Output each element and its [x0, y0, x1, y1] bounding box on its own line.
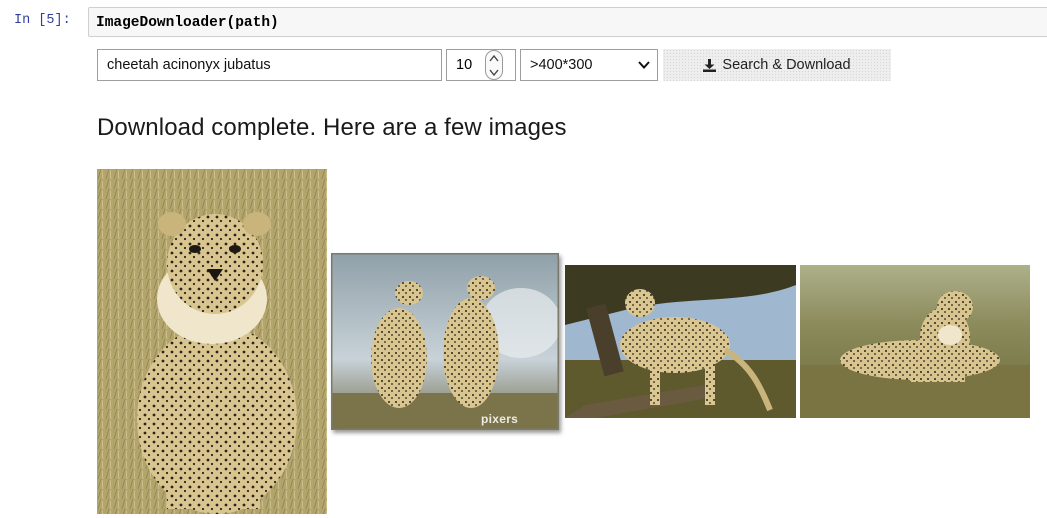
stepper-arrows[interactable]: [485, 50, 503, 80]
notebook-cell: In [5]: ImageDownloader(path) >400*300: [0, 0, 1047, 518]
size-select-value: >400*300: [530, 57, 593, 73]
chevron-up-icon[interactable]: [489, 53, 499, 65]
result-image-1: [97, 169, 327, 514]
result-image-4: [800, 265, 1030, 418]
search-download-button[interactable]: Search & Download: [663, 49, 891, 81]
result-image-3: [565, 265, 796, 418]
image-watermark: pixers: [481, 412, 519, 426]
button-label: Search & Download: [722, 57, 851, 73]
size-select[interactable]: >400*300: [520, 49, 658, 81]
output-heading: Download complete. Here are a few images: [97, 114, 567, 141]
code-input[interactable]: ImageDownloader(path): [88, 7, 1047, 37]
count-stepper[interactable]: [446, 49, 516, 81]
chevron-down-icon[interactable]: [489, 66, 499, 78]
search-input[interactable]: [97, 49, 442, 81]
download-icon: [703, 58, 717, 72]
caret-down-icon: [638, 61, 650, 69]
result-image-2: pixers: [331, 253, 559, 430]
input-prompt: In [5]:: [14, 13, 71, 28]
